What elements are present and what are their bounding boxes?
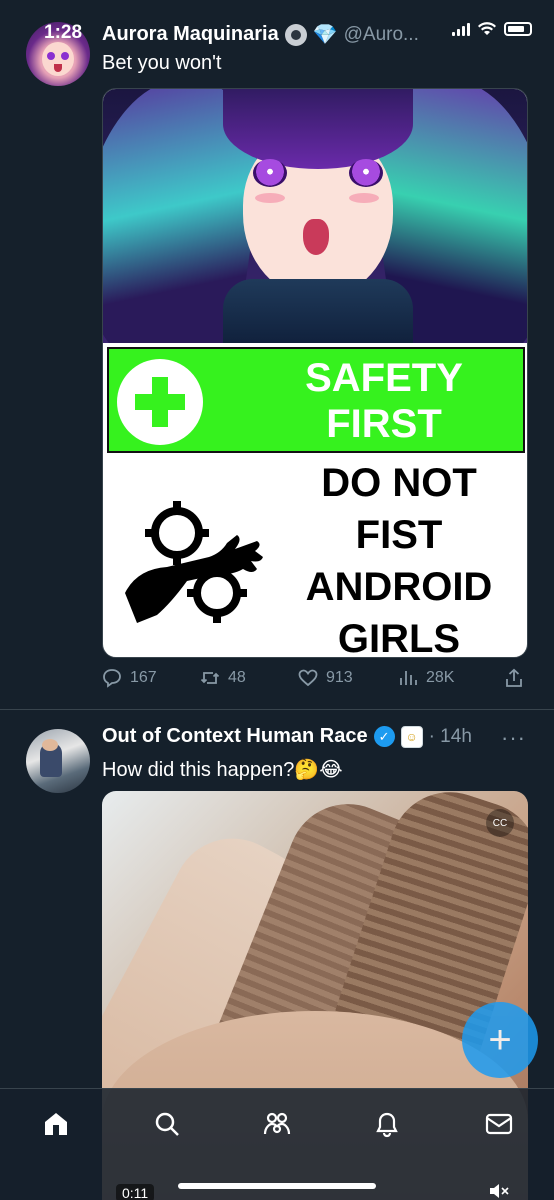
tweet-actions: 167 48 913 28K (102, 668, 528, 694)
verified-icon: ✓ (373, 726, 395, 747)
tab-notifications[interactable] (372, 1109, 402, 1139)
blush-left (255, 193, 285, 203)
heart-icon (298, 669, 318, 687)
reply-count: 167 (130, 669, 157, 686)
tweet-1[interactable]: Aurora Maquinaria 💎 @Auro... Bet you won… (0, 0, 554, 710)
safety-text: SAFETY FIRST (259, 355, 509, 447)
share-icon (506, 668, 522, 687)
mute-icon[interactable] (488, 1182, 510, 1200)
warning-sign: DO NOT FIST ANDROID GIRLS (107, 455, 525, 658)
safety-line-2: FIRST (326, 402, 442, 446)
blush-right (349, 193, 379, 203)
avatar[interactable] (26, 729, 90, 793)
tweet-text: How did this happen?🤔😂 (102, 759, 343, 781)
tab-communities[interactable] (262, 1109, 292, 1139)
messages-icon (485, 1113, 513, 1135)
captions-icon[interactable]: CC (486, 809, 514, 837)
safety-sign: SAFETY FIRST (107, 347, 525, 453)
battery-icon (504, 22, 532, 36)
reply-button[interactable]: 167 (102, 668, 157, 688)
display-name[interactable]: Out of Context Human Race (102, 725, 368, 748)
speaker-muted-icon (490, 1184, 509, 1198)
warning-line-3: ANDROID (305, 565, 493, 609)
views-icon (400, 671, 417, 685)
anime-eye-left (253, 159, 287, 187)
warning-line-4: GIRLS (337, 617, 461, 658)
status-bar: 1:28 (0, 0, 554, 64)
like-count: 913 (326, 669, 353, 686)
avatar-head (42, 739, 58, 751)
status-icons (452, 22, 532, 36)
anime-mouth (303, 219, 329, 255)
warning-text: DO NOT FIST ANDROID GIRLS (275, 457, 523, 658)
cross-horizontal (135, 394, 185, 410)
wifi-icon (478, 22, 496, 35)
status-time: 1:28 (44, 22, 83, 43)
first-aid-icon (117, 359, 203, 445)
tab-home[interactable] (41, 1109, 71, 1139)
anime-artwork (103, 89, 527, 343)
share-button[interactable] (504, 668, 524, 688)
tab-messages[interactable] (484, 1109, 514, 1139)
search-icon (155, 1112, 179, 1136)
tweet-time: · 14h (428, 725, 472, 747)
notifications-icon (376, 1112, 398, 1138)
views-button[interactable]: 28K (398, 668, 454, 688)
avatar-mouth (54, 64, 62, 72)
tweet-image[interactable]: SAFETY FIRST DO NOT FIST ANDROID GIRLS (102, 88, 528, 658)
more-options-icon[interactable]: ··· (501, 725, 526, 751)
retweet-icon (200, 672, 220, 684)
compose-button[interactable]: + (462, 1002, 538, 1078)
communities-icon (263, 1112, 291, 1135)
home-icon (45, 1113, 67, 1135)
home-indicator (178, 1183, 376, 1189)
anime-eye-right (349, 159, 383, 187)
warning-line-2: FIST (355, 513, 443, 557)
signal-icon (452, 22, 470, 36)
video-time: 0:11 (116, 1184, 155, 1200)
safety-line-1: SAFETY (305, 356, 463, 400)
like-button[interactable]: 913 (298, 668, 353, 688)
tab-search[interactable] (152, 1109, 182, 1139)
retweet-count: 48 (228, 669, 246, 686)
retweet-button[interactable]: 48 (200, 668, 246, 688)
plus-icon: + (488, 1018, 512, 1062)
warning-line-1: DO NOT (321, 461, 477, 505)
hand-gears-icon (125, 501, 263, 623)
reply-icon (103, 669, 121, 688)
affiliation-icon: ☺ (400, 725, 423, 748)
anime-collar (223, 279, 413, 343)
tweet-header: Out of Context Human Race ✓ ☺ · 14h (102, 725, 472, 748)
view-count: 28K (426, 669, 455, 686)
